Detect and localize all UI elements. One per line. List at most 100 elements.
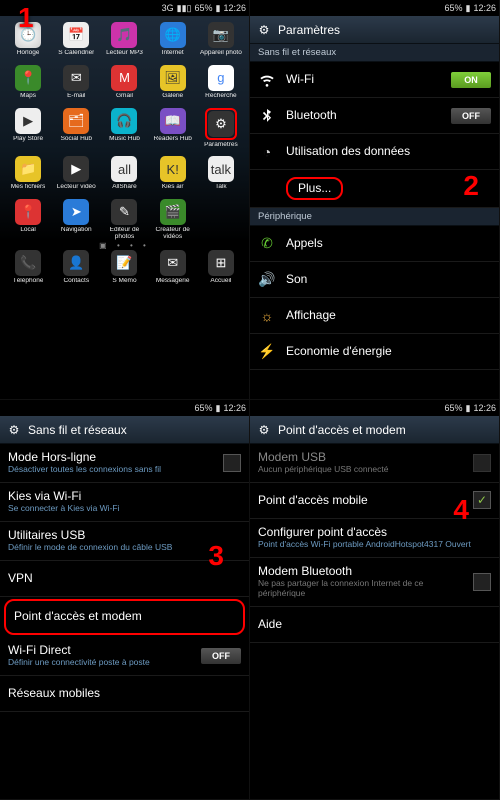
app-label: S Calendrier bbox=[58, 50, 94, 57]
row-mobile-networks[interactable]: Réseaux mobiles bbox=[0, 676, 249, 712]
sound-icon: 🔊 bbox=[258, 271, 276, 289]
app-kies-air[interactable]: K!Kies air bbox=[149, 156, 197, 191]
app-mes-fichiers[interactable]: 📁Mes fichiers bbox=[4, 156, 52, 191]
app-allshare[interactable]: allAllShare bbox=[100, 156, 148, 191]
app-icon: 📞 bbox=[15, 250, 41, 276]
app-lecteur-vid-o[interactable]: ▶ Lecteur vidéo bbox=[52, 156, 100, 191]
app-icon: 📍 bbox=[15, 65, 41, 91]
app-internet[interactable]: 🌐Internet bbox=[149, 22, 197, 57]
app-play-store[interactable]: ▶Play Store bbox=[4, 108, 52, 149]
settings-header: ⚙ Point d'accès et modem bbox=[250, 416, 499, 444]
row-wifi-direct[interactable]: Wi-Fi Direct Définir une connectivité po… bbox=[0, 637, 249, 676]
app-lecteur-mp3[interactable]: 🎵 Lecteur MP3 bbox=[100, 22, 148, 57]
app-label: Accueil bbox=[210, 278, 231, 285]
wifi-toggle[interactable]: ON bbox=[451, 72, 491, 88]
signal-icon: ▮▮▯ bbox=[177, 3, 192, 14]
app-talk[interactable]: talkTalk bbox=[197, 156, 245, 191]
app-icon: 📖 bbox=[160, 108, 186, 134]
app-editeur-de-photos[interactable]: ✎Editeur de photos bbox=[100, 199, 148, 241]
app-label: S Mémo bbox=[112, 278, 136, 285]
app-recherche[interactable]: gRecherche bbox=[197, 65, 245, 100]
app-icon: 🎵 bbox=[111, 22, 137, 48]
app-icon: 📍 bbox=[15, 199, 41, 225]
app-param-tres[interactable]: ⚙Paramètres bbox=[197, 108, 245, 149]
app-icon: 🗂 bbox=[63, 108, 89, 134]
airplane-checkbox[interactable] bbox=[223, 454, 241, 472]
gear-icon: ⚙ bbox=[256, 22, 272, 38]
dock-messagerie[interactable]: ✉Messagerie bbox=[149, 250, 197, 285]
app-label: AllShare bbox=[112, 184, 137, 191]
dock-t-l-phone[interactable]: 📞 Téléphone bbox=[4, 250, 52, 285]
app-icon: talk bbox=[208, 156, 234, 182]
app-icon: 🌐 bbox=[160, 22, 186, 48]
app-navigation[interactable]: ➤Navigation bbox=[52, 199, 100, 241]
battery-icon: ▮ bbox=[216, 3, 221, 14]
app-s-calendrier[interactable]: 📅S Calendrier bbox=[52, 22, 100, 57]
app-e-mail[interactable]: ✉E-mail bbox=[52, 65, 100, 100]
app-label: Mes fichiers bbox=[11, 184, 46, 191]
app-label: Contacts bbox=[63, 278, 89, 285]
app-local[interactable]: 📍Local bbox=[4, 199, 52, 241]
app-galerie[interactable]: 🖼Galerie bbox=[149, 65, 197, 100]
bluetooth-toggle[interactable]: OFF bbox=[451, 108, 491, 124]
row-airplane-mode[interactable]: Mode Hors-ligne Désactiver toutes les co… bbox=[0, 444, 249, 483]
clock: 12:26 bbox=[223, 3, 246, 13]
app-icon: ➤ bbox=[63, 199, 89, 225]
app-icon: ✉ bbox=[63, 65, 89, 91]
row-label: Affichage bbox=[286, 309, 491, 322]
row-display[interactable]: ☼ Affichage bbox=[250, 298, 499, 334]
row-more[interactable]: Plus... bbox=[250, 170, 499, 208]
panel-3-wireless: 3 65% ▮ 12:26 ⚙ Sans fil et réseaux Mode… bbox=[0, 400, 250, 800]
row-sub: Aucun périphérique USB connecté bbox=[258, 465, 463, 475]
app-icon: ▶ bbox=[63, 156, 89, 182]
page-title: Paramètres bbox=[278, 23, 340, 37]
clock: 12:26 bbox=[473, 403, 496, 413]
annotation-step-1: 1 bbox=[18, 2, 34, 34]
battery-icon: ▮ bbox=[466, 403, 471, 414]
page-indicator[interactable]: ▣ • • • bbox=[0, 241, 249, 250]
row-kies-wifi[interactable]: Kies via Wi-Fi Se connecter à Kies via W… bbox=[0, 483, 249, 522]
row-bt-modem[interactable]: Modem Bluetooth Ne pas partager la conne… bbox=[250, 558, 499, 607]
app-label: Téléphone bbox=[13, 278, 44, 285]
app-social-hub[interactable]: 🗂Social Hub bbox=[52, 108, 100, 149]
row-bluetooth[interactable]: Bluetooth OFF bbox=[250, 98, 499, 134]
app-icon: ⚙ bbox=[208, 111, 234, 137]
battery-label: 65% bbox=[195, 403, 213, 413]
row-help[interactable]: Aide bbox=[250, 607, 499, 643]
app-icon: K! bbox=[160, 156, 186, 182]
dock-accueil[interactable]: ⊞Accueil bbox=[197, 250, 245, 285]
app-music-hub[interactable]: 🎧Music Hub bbox=[100, 108, 148, 149]
battery-label: 65% bbox=[445, 403, 463, 413]
row-calls[interactable]: ✆ Appels bbox=[250, 226, 499, 262]
app-label: Recherche bbox=[205, 93, 236, 100]
page-title: Sans fil et réseaux bbox=[28, 423, 127, 437]
app-maps[interactable]: 📍Maps bbox=[4, 65, 52, 100]
row-label: Son bbox=[286, 273, 491, 286]
row-tethering[interactable]: Point d'accès et modem bbox=[4, 599, 245, 635]
row-sub: Définir une connectivité poste à poste bbox=[8, 658, 191, 668]
app-gmail[interactable]: MGmail bbox=[100, 65, 148, 100]
row-wifi[interactable]: Wi-Fi ON bbox=[250, 62, 499, 98]
row-label: Economie d'énergie bbox=[286, 345, 491, 358]
bluetooth-icon bbox=[258, 107, 276, 125]
dock-s-m-mo[interactable]: 📝S Mémo bbox=[100, 250, 148, 285]
app-appareil-photo[interactable]: 📷Appareil photo bbox=[197, 22, 245, 57]
panel-2-settings: 2 65% ▮ 12:26 ⚙ Paramètres Sans fil et r… bbox=[250, 0, 500, 400]
wifi-direct-toggle[interactable]: OFF bbox=[201, 648, 241, 664]
row-label: Aide bbox=[258, 618, 491, 631]
row-data-usage[interactable]: ◔ Utilisation des données bbox=[250, 134, 499, 170]
app-cr-ateur-de-vid-os[interactable]: 🎬Créateur de vidéos bbox=[149, 199, 197, 241]
row-power-saving[interactable]: ⚡ Economie d'énergie bbox=[250, 334, 499, 370]
dock-contacts[interactable]: 👤Contacts bbox=[52, 250, 100, 285]
row-label: Réseaux mobiles bbox=[8, 687, 241, 700]
app-label: Lecteur MP3 bbox=[106, 50, 143, 57]
app-icon: 🖼 bbox=[160, 65, 186, 91]
app-readers-hub[interactable]: 📖Readers Hub bbox=[149, 108, 197, 149]
app-label: Lecteur vidéo bbox=[57, 184, 96, 191]
mobile-ap-checkbox[interactable]: ✓ bbox=[473, 491, 491, 509]
row-label: Appels bbox=[286, 237, 491, 250]
row-sound[interactable]: 🔊 Son bbox=[250, 262, 499, 298]
app-icon: M bbox=[111, 65, 137, 91]
bt-modem-checkbox[interactable] bbox=[473, 573, 491, 591]
row-label: Point d'accès mobile bbox=[258, 494, 463, 507]
